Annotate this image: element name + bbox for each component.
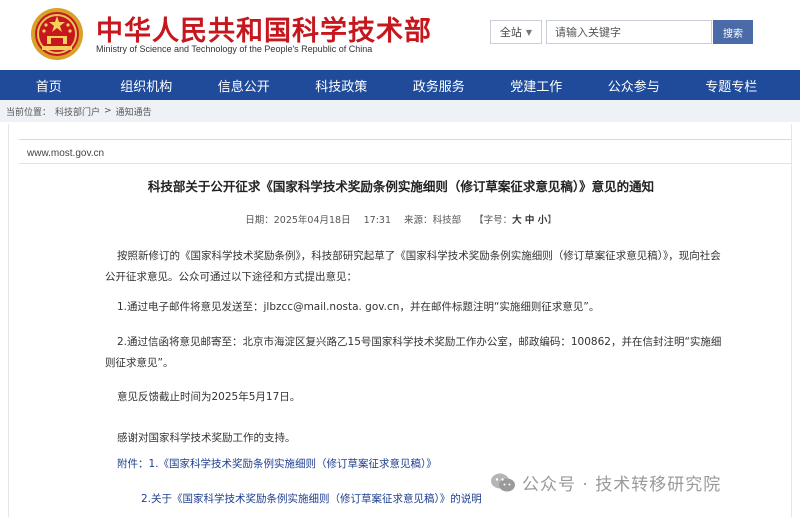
search-input[interactable] bbox=[546, 20, 712, 44]
nav-item-home[interactable]: 首页 bbox=[0, 70, 98, 100]
breadcrumb-separator: > bbox=[104, 106, 112, 116]
breadcrumb-notices[interactable]: 通知通告 bbox=[116, 105, 152, 118]
nav-item-topics[interactable]: 专题专栏 bbox=[683, 70, 781, 100]
source-label: 来源： bbox=[404, 215, 433, 226]
watermark-text: 公众号 · 技术转移研究院 bbox=[522, 475, 722, 495]
source-group: 来源：科技部 bbox=[404, 215, 461, 226]
site-title[interactable]: 中华人民共和国科学技术部 bbox=[96, 9, 432, 48]
font-size-options[interactable]: 大 中 小 bbox=[512, 215, 547, 226]
paragraph-deadline: 意见反馈截止时间为2025年5月17日。 bbox=[117, 391, 301, 403]
article-title: 科技部关于公开征求《国家科学技术奖励条例实施细则（修订草案征求意见稿）》意见的通… bbox=[147, 179, 655, 194]
nav-item-party[interactable]: 党建工作 bbox=[488, 70, 586, 100]
search-scope-select[interactable]: 全站 ▼ bbox=[490, 20, 542, 44]
site-subtitle: Ministry of Science and Technology of th… bbox=[96, 44, 373, 54]
breadcrumb: 当前位置： 科技部门户 > 通知通告 bbox=[0, 100, 800, 122]
paragraph-intro: 按照新修订的《国家科学技术奖励条例》，科技部研究起草了《国家科学技术奖励条例实施… bbox=[105, 250, 721, 283]
divider bbox=[19, 163, 791, 164]
divider bbox=[19, 139, 791, 140]
site-header: 中华人民共和国科学技术部 Ministry of Science and Tec… bbox=[0, 0, 800, 70]
paragraph-mail: 2.通过信函将意见邮寄至：北京市海淀区复兴路乙15号国家科学技术奖励工作办公室，… bbox=[105, 336, 722, 369]
font-size-group: 【字号：大 中 小】 bbox=[474, 215, 557, 226]
date-label: 日期： bbox=[245, 215, 274, 226]
nav-item-services[interactable]: 政务服务 bbox=[390, 70, 488, 100]
attachment-link-1[interactable]: 1.《国家科学技术奖励条例实施细则（修订草案征求意见稿）》 bbox=[149, 458, 437, 470]
publish-date: 2025年04月18日 bbox=[273, 215, 351, 226]
breadcrumb-label: 当前位置： bbox=[6, 107, 52, 118]
article-container: www.most.gov.cn 科技部关于公开征求《国家科学技术奖励条例实施细则… bbox=[8, 124, 792, 517]
font-size-label: 【字号： bbox=[474, 215, 513, 226]
nav-item-public[interactable]: 公众参与 bbox=[585, 70, 683, 100]
date-group: 日期：2025年04月18日 bbox=[245, 215, 350, 226]
wechat-icon bbox=[491, 473, 515, 491]
nav-item-organization[interactable]: 组织机构 bbox=[98, 70, 196, 100]
national-emblem-icon bbox=[31, 8, 83, 60]
site-domain: www.most.gov.cn bbox=[27, 148, 105, 159]
chevron-down-icon: ▼ bbox=[525, 27, 533, 37]
nav-item-info-disclosure[interactable]: 信息公开 bbox=[195, 70, 293, 100]
attachment-label: 附件： bbox=[117, 458, 149, 470]
watermark: 公众号 · 技术转移研究院 bbox=[490, 470, 721, 495]
search-scope-label: 全站 bbox=[499, 26, 522, 39]
source-value: 科技部 bbox=[432, 215, 462, 226]
nav-item-policy[interactable]: 科技政策 bbox=[293, 70, 391, 100]
paragraph-thanks: 感谢对国家科学技术奖励工作的支持。 bbox=[117, 432, 296, 444]
search-button[interactable]: 搜索 bbox=[713, 20, 753, 44]
breadcrumb-portal[interactable]: 科技部门户 bbox=[55, 105, 100, 118]
main-nav: 首页 组织机构 信息公开 科技政策 政务服务 党建工作 公众参与 专题专栏 bbox=[0, 70, 800, 100]
publish-time: 17:31 bbox=[363, 215, 392, 226]
article-meta: 日期：2025年04月18日 17:31 来源：科技部 【字号：大 中 小】 bbox=[9, 212, 793, 226]
font-size-close: 】 bbox=[547, 215, 557, 226]
paragraph-email: 1.通过电子邮件将意见发送至：jlbzcc@mail.nosta. gov.cn… bbox=[117, 301, 600, 313]
